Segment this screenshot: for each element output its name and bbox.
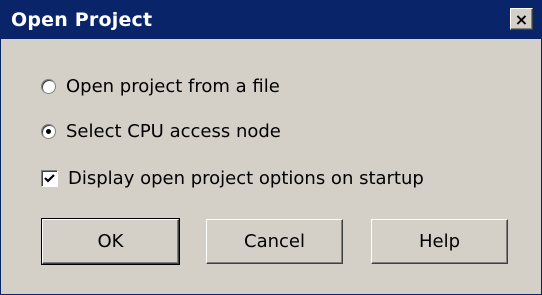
ok-button[interactable]: OK [41,218,180,265]
open-project-dialog: Open Project × Open project from a file … [0,0,542,295]
radio-select-cpu-node[interactable]: Select CPU access node [41,117,281,145]
close-icon: × [514,10,529,29]
radio-button-icon[interactable] [41,78,56,94]
close-button[interactable]: × [510,8,533,30]
checkbox-checked-icon[interactable] [41,169,58,187]
radio-open-from-file[interactable]: Open project from a file [41,72,280,100]
checkbox-display-on-startup[interactable]: Display open project options on startup [41,164,424,192]
radio-button-selected-icon[interactable] [41,123,56,139]
radio-select-cpu-node-label: Select CPU access node [66,120,281,142]
checkbox-display-on-startup-label: Display open project options on startup [68,167,424,189]
help-button[interactable]: Help [371,219,508,264]
cancel-button[interactable]: Cancel [206,219,343,264]
title-bar[interactable]: Open Project × [1,1,541,39]
dialog-title: Open Project [11,9,153,31]
radio-open-from-file-label: Open project from a file [66,75,280,97]
